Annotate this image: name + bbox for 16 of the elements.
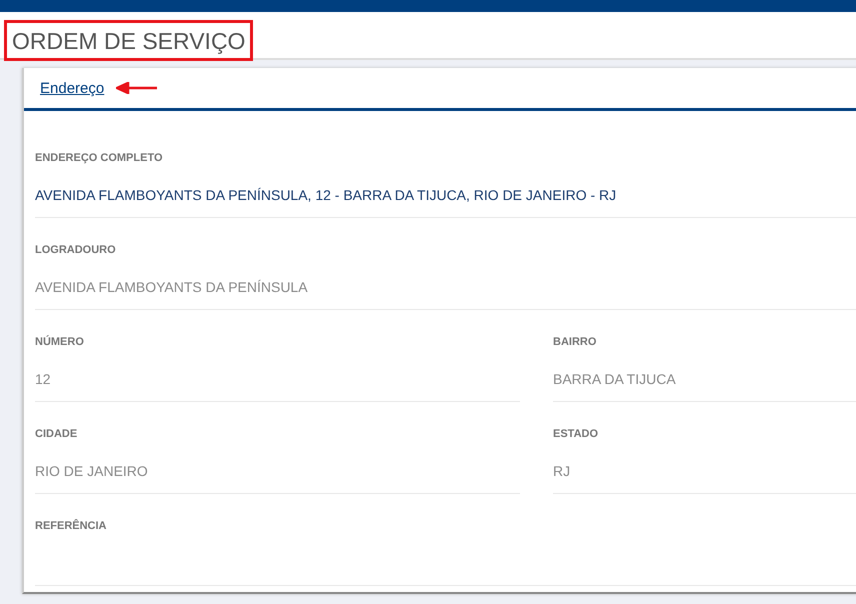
- field-value: RJ: [553, 463, 570, 479]
- field-label: REFERÊNCIA: [35, 519, 108, 533]
- address-tab[interactable]: Endereço: [40, 80, 104, 96]
- field-label: BAIRRO: [553, 335, 598, 349]
- field-label: ENDEREÇO COMPLETO: [35, 151, 164, 165]
- field-label: LOGRADOURO: [35, 243, 117, 257]
- field-value: AVENIDA FLAMBOYANTS DA PENÍNSULA: [35, 279, 308, 295]
- field-label: NÚMERO: [35, 335, 85, 349]
- field-value: BARRA DA TIJUCA: [553, 371, 676, 387]
- field-value: 12: [35, 371, 51, 387]
- field-value: RIO DE JANEIRO: [35, 463, 148, 479]
- arrow-icon: [116, 82, 158, 94]
- page-title: ORDEM DE SERVIÇO: [4, 20, 254, 61]
- field-label: CIDADE: [35, 427, 78, 441]
- field-value: AVENIDA FLAMBOYANTS DA PENÍNSULA, 12 - BARRA DA TIJUCA, RIO DE JANEIRO - RJ: [35, 187, 616, 203]
- field-label: ESTADO: [553, 427, 600, 441]
